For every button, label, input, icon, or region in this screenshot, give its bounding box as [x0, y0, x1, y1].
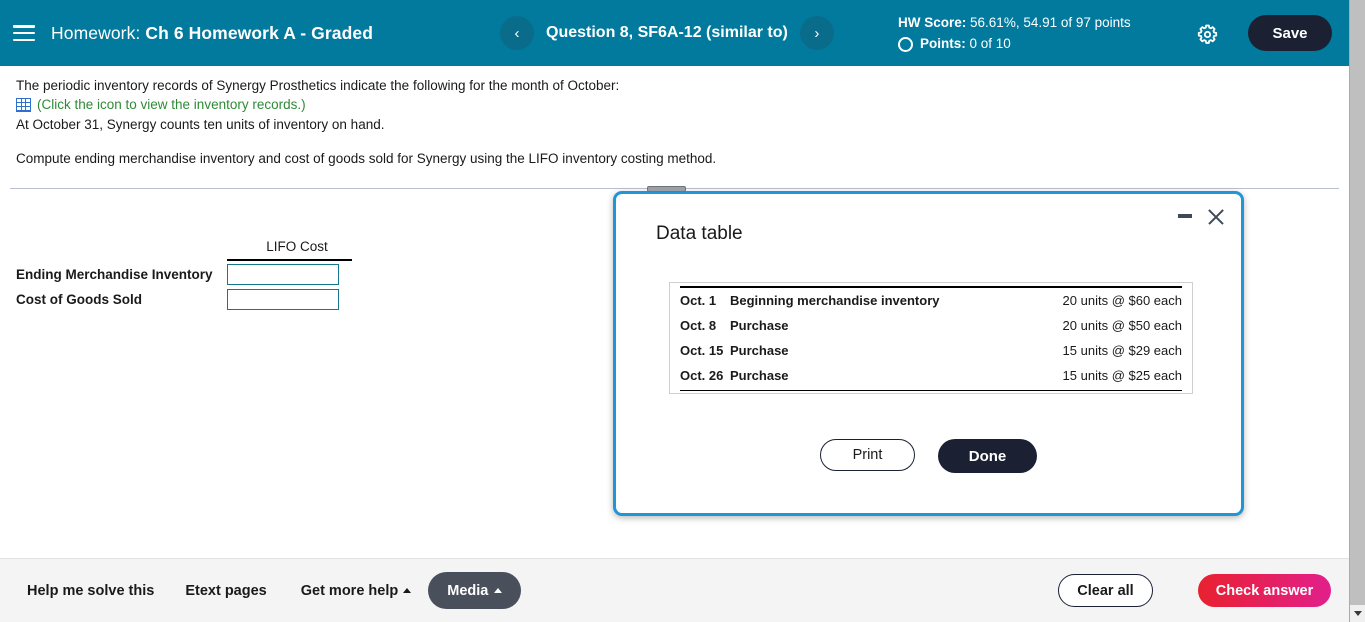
cogs-label: Cost of Goods Sold: [16, 292, 142, 307]
get-more-help-label: Get more help: [300, 582, 399, 599]
cogs-input[interactable]: [227, 289, 339, 310]
hw-score-label: HW Score:: [898, 15, 967, 30]
hamburger-menu-icon[interactable]: [13, 25, 35, 41]
row-quantity: 15 units @ $25 each: [1062, 367, 1182, 383]
modal-title: Data table: [656, 223, 743, 244]
row-description: Purchase: [730, 342, 789, 358]
etext-pages-button[interactable]: Etext pages: [185, 583, 266, 599]
lifo-cost-header-label: LIFO Cost: [266, 239, 328, 254]
row-description: Beginning merchandise inventory: [730, 292, 940, 308]
ending-inventory-label: Ending Merchandise Inventory: [16, 267, 213, 282]
next-question-button[interactable]: ›: [799, 16, 834, 50]
question-navigation: ‹ Question 8, SF6A-12 (similar to) ›: [500, 0, 834, 66]
check-answer-button[interactable]: Check answer: [1198, 574, 1331, 607]
row-date: Oct. 26: [680, 367, 724, 383]
minimize-icon[interactable]: [1178, 213, 1192, 218]
ending-inventory-input[interactable]: [227, 264, 339, 285]
chevron-down-icon: [1354, 611, 1362, 616]
row-description: Purchase: [730, 367, 789, 383]
question-label: Question 8, SF6A-12 (similar to): [546, 24, 788, 41]
question-body: The periodic inventory records of Synerg…: [16, 75, 1016, 169]
homework-label: Homework:: [51, 22, 141, 43]
row-quantity: 20 units @ $50 each: [1062, 317, 1182, 333]
gear-icon: [1197, 24, 1217, 44]
answer-row-cogs: Cost of Goods Sold: [16, 289, 339, 310]
print-button[interactable]: Print: [820, 439, 915, 471]
app-header: Homework: Ch 6 Homework A - Graded ‹ Que…: [0, 0, 1349, 66]
clear-all-button[interactable]: Clear all: [1058, 574, 1153, 607]
question-line-3: Compute ending merchandise inventory and…: [16, 151, 717, 166]
modal-window-controls: [1178, 206, 1227, 228]
table-row: Oct. 15 Purchase 15 units @ $29 each: [680, 338, 1182, 363]
media-label: Media: [447, 582, 489, 599]
row-date: Oct. 8: [680, 317, 717, 333]
table-row: Oct. 8 Purchase 20 units @ $50 each: [680, 313, 1182, 338]
score-summary: HW Score: 56.61%, 54.91 of 97 points Poi…: [898, 13, 1131, 54]
caret-up-icon: [403, 588, 412, 593]
modal-actions: Print Done: [616, 439, 1241, 473]
row-description: Purchase: [730, 317, 789, 333]
homework-name: Ch 6 Homework A - Graded: [145, 22, 374, 43]
question-line-2: At October 31, Synergy counts ten units …: [16, 117, 385, 132]
save-button[interactable]: Save: [1248, 15, 1332, 51]
previous-question-button[interactable]: ‹: [500, 16, 534, 50]
hw-score-row: HW Score: 56.61%, 54.91 of 97 points: [898, 13, 1131, 33]
answer-column-header: LIFO Cost: [227, 238, 367, 256]
bottom-toolbar: Help me solve this Etext pages Get more …: [0, 558, 1349, 622]
inventory-records-table: Oct. 1 Beginning merchandise inventory 2…: [669, 282, 1193, 394]
points-row: Points: 0 of 10: [898, 34, 1131, 54]
points-circle-icon: [898, 36, 913, 52]
homework-title: Homework: Ch 6 Homework A - Graded: [51, 23, 373, 44]
table-row: Oct. 1 Beginning merchandise inventory 2…: [680, 288, 1182, 313]
table-row: Oct. 26 Purchase 15 units @ $25 each: [680, 363, 1182, 388]
scroll-down-button[interactable]: [1350, 605, 1365, 622]
hw-score-value: 56.61%, 54.91 of 97 points: [970, 15, 1131, 30]
inventory-records-link-row[interactable]: (Click the icon to view the inventory re…: [16, 97, 1016, 112]
help-me-solve-this-button[interactable]: Help me solve this: [27, 583, 154, 599]
row-quantity: 15 units @ $29 each: [1062, 342, 1182, 358]
drag-handle-icon[interactable]: [647, 186, 686, 192]
answer-row-ending-inventory: Ending Merchandise Inventory: [16, 264, 339, 285]
caret-up-icon: [494, 588, 503, 593]
row-date: Oct. 15: [680, 342, 724, 358]
get-more-help-button[interactable]: Get more help: [301, 583, 412, 599]
row-date: Oct. 1: [680, 292, 717, 308]
spreadsheet-grid-icon[interactable]: [16, 97, 31, 112]
page-scrollbar[interactable]: [1349, 0, 1365, 622]
table-bottom-rule: [680, 389, 1182, 391]
settings-button[interactable]: [1190, 17, 1224, 51]
done-button[interactable]: Done: [938, 439, 1037, 473]
points-label: Points:: [920, 36, 966, 51]
data-table-modal: Data table Oct. 1 Beginning merchandise …: [613, 186, 1244, 516]
row-quantity: 20 units @ $60 each: [1062, 292, 1182, 308]
points-value: 0 of 10: [969, 36, 1011, 51]
media-button[interactable]: Media: [428, 572, 522, 609]
question-line-1: The periodic inventory records of Synerg…: [16, 78, 620, 93]
close-icon[interactable]: [1205, 206, 1227, 228]
view-inventory-records-link[interactable]: (Click the icon to view the inventory re…: [37, 97, 306, 112]
answer-header-rule: [227, 259, 352, 261]
